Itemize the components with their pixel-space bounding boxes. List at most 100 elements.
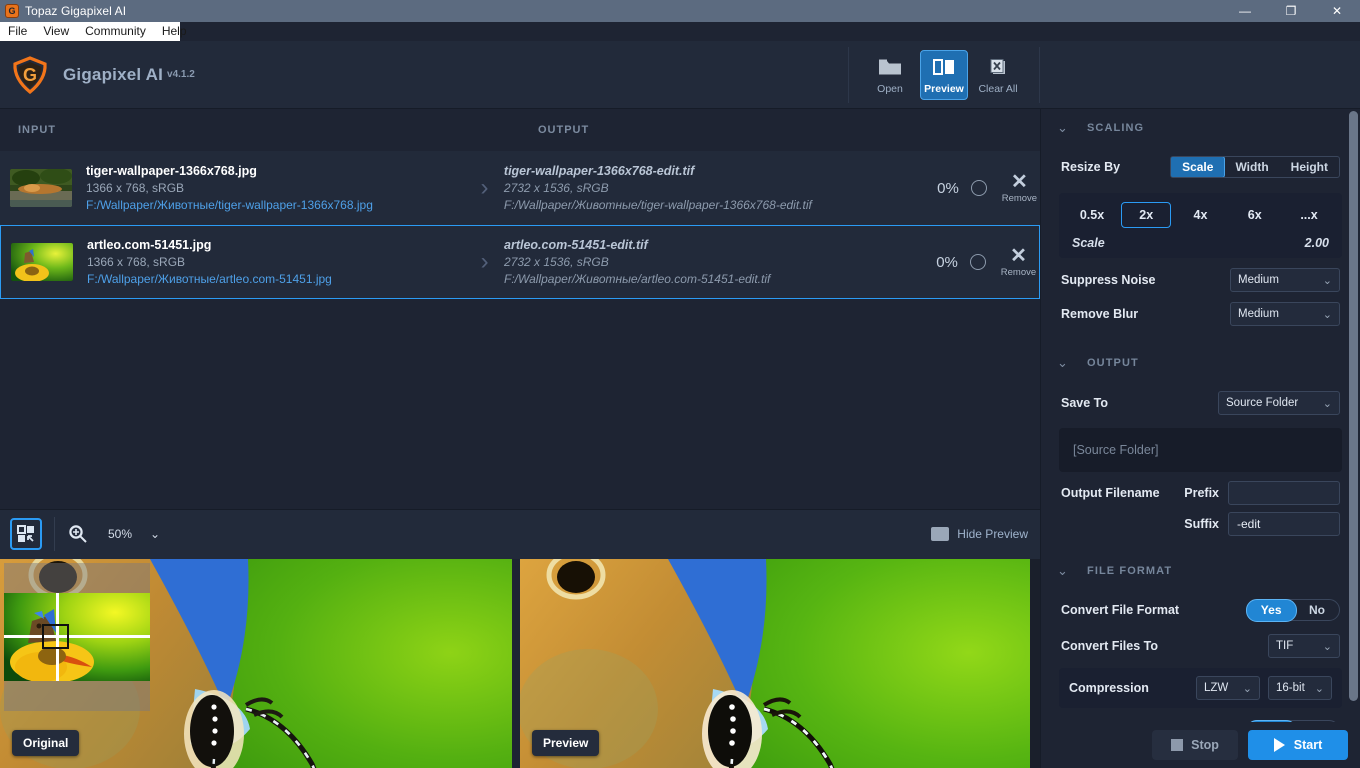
- scale-presets-box: 0.5x 2x 4x 6x ...x Scale 2.00: [1059, 193, 1342, 258]
- suppress-noise-label: Suppress Noise: [1061, 273, 1156, 287]
- keep-color-profile-yes[interactable]: Yes: [1245, 719, 1297, 722]
- suffix-row: Suffix -edit: [1041, 510, 1360, 538]
- scaling-section-header[interactable]: ⌄ SCALING: [1041, 109, 1360, 147]
- scale-preset-6x[interactable]: 6x: [1230, 202, 1280, 228]
- menubar: File View Community Help: [0, 22, 187, 41]
- original-label: Original: [12, 730, 80, 756]
- app-icon: G: [5, 4, 19, 18]
- menu-item-help[interactable]: Help: [154, 22, 195, 41]
- maximize-icon[interactable]: ❐: [1268, 0, 1314, 22]
- file-format-section-title: FILE FORMAT: [1087, 565, 1173, 577]
- input-column-header: INPUT: [0, 109, 520, 151]
- suffix-input[interactable]: -edit: [1228, 512, 1340, 536]
- resize-by-height[interactable]: Height: [1280, 157, 1339, 177]
- scale-preset-custom[interactable]: ...x: [1284, 202, 1334, 228]
- chevron-down-icon: ⌄: [1057, 563, 1068, 578]
- save-to-select[interactable]: Source Folder ⌄: [1218, 391, 1340, 415]
- preview-button[interactable]: Preview: [920, 50, 968, 100]
- convert-files-to-select[interactable]: TIF ⌄: [1268, 634, 1340, 658]
- sidebar-scrollbar[interactable]: [1349, 111, 1358, 701]
- progress-spinner-icon: [969, 254, 986, 270]
- prefix-input[interactable]: [1228, 481, 1340, 505]
- bit-depth-select[interactable]: 16-bit ⌄: [1268, 676, 1332, 700]
- convert-file-format-yes[interactable]: Yes: [1245, 598, 1297, 622]
- stop-button[interactable]: Stop: [1152, 730, 1238, 760]
- file-list-empty-area: [0, 299, 1040, 509]
- resize-by-row: Resize By Scale Width Height: [1041, 147, 1360, 187]
- toolbar-divider-right: [1039, 47, 1040, 103]
- keep-color-profile-no[interactable]: No: [1295, 721, 1339, 722]
- sidebar-scroll-area: ⌄ SCALING Resize By Scale Width Height 0…: [1041, 109, 1360, 722]
- chevron-down-icon: ⌄: [1057, 120, 1068, 135]
- navigator-thumbnail[interactable]: [4, 562, 150, 711]
- progress-percent: 0%: [937, 179, 959, 197]
- convert-file-format-row: Convert File Format Yes No: [1041, 590, 1360, 630]
- preview-pane[interactable]: Preview: [520, 558, 1030, 768]
- convert-file-format-label: Convert File Format: [1061, 603, 1180, 617]
- fit-to-window-icon[interactable]: [10, 518, 42, 550]
- preview-panes: Original Preview: [0, 558, 1040, 768]
- clear-all-label: Clear All: [978, 82, 1018, 95]
- scale-preset-4x[interactable]: 4x: [1176, 202, 1226, 228]
- close-icon: ✕: [1011, 170, 1028, 193]
- preview-toolbar: 50% ⌄ Hide Preview: [0, 508, 1040, 559]
- table-row[interactable]: artleo.com-51451.jpg 1366 x 768, sRGB F:…: [0, 225, 1040, 299]
- remove-button[interactable]: ✕ Remove: [998, 246, 1039, 278]
- brand: G Gigapixel AI v4.1.2: [0, 55, 195, 95]
- toolbar-divider: [54, 517, 55, 551]
- compression-select[interactable]: LZW ⌄: [1196, 676, 1260, 700]
- suppress-noise-select[interactable]: Medium ⌄: [1230, 268, 1340, 292]
- open-button[interactable]: Open: [866, 50, 914, 100]
- convert-files-to-value: TIF: [1276, 640, 1294, 652]
- suffix-label: Suffix: [1184, 517, 1219, 531]
- remove-button[interactable]: ✕ Remove: [999, 170, 1040, 204]
- zoom-level-select[interactable]: 50% ⌄: [101, 521, 167, 547]
- clear-all-button[interactable]: Clear All: [974, 50, 1022, 100]
- chevron-down-icon: ⌄: [1057, 355, 1068, 370]
- navigator-viewport-rect[interactable]: [42, 623, 69, 649]
- scale-value-label: Scale: [1072, 236, 1105, 250]
- hide-preview-button[interactable]: Hide Preview: [931, 527, 1028, 541]
- menu-item-view[interactable]: View: [35, 22, 77, 41]
- brand-title: Gigapixel AI: [63, 64, 164, 84]
- remove-blur-select[interactable]: Medium ⌄: [1230, 302, 1340, 326]
- input-filepath[interactable]: F:/Wallpaper/Животные/artleo.com-51451.j…: [87, 271, 471, 288]
- input-filepath[interactable]: F:/Wallpaper/Животные/tiger-wallpaper-13…: [86, 197, 471, 214]
- output-filename: artleo.com-51451-edit.tif: [504, 237, 648, 252]
- scrollbar-thumb[interactable]: [1349, 111, 1358, 701]
- main-body: INPUT OUTPUT tiger-wallpaper-1366x768.jp…: [0, 109, 1360, 768]
- file-list: tiger-wallpaper-1366x768.jpg 1366 x 768,…: [0, 151, 1040, 299]
- output-header-label: OUTPUT: [538, 124, 590, 136]
- scale-preset-2x[interactable]: 2x: [1121, 202, 1172, 228]
- convert-file-format-no[interactable]: No: [1295, 600, 1339, 620]
- menu-item-file[interactable]: File: [0, 22, 35, 41]
- brand-version: v4.1.2: [167, 69, 195, 80]
- magnifier-plus-icon[interactable]: [67, 524, 89, 544]
- output-dimensions: 2732 x 1536, sRGB: [504, 254, 609, 269]
- input-thumbnail: [11, 243, 73, 281]
- scaling-section-title: SCALING: [1087, 122, 1145, 134]
- menubar-strip: File View Community Help: [0, 22, 1360, 41]
- resize-by-width[interactable]: Width: [1224, 157, 1279, 177]
- convert-file-format-toggle: Yes No: [1245, 598, 1340, 622]
- settings-sidebar: ⌄ SCALING Resize By Scale Width Height 0…: [1040, 109, 1360, 768]
- remove-label: Remove: [1001, 192, 1038, 204]
- resize-by-scale[interactable]: Scale: [1171, 157, 1226, 177]
- close-icon[interactable]: ✕: [1314, 0, 1360, 22]
- table-row[interactable]: tiger-wallpaper-1366x768.jpg 1366 x 768,…: [0, 151, 1040, 225]
- folder-path-input[interactable]: [Source Folder]: [1059, 428, 1342, 472]
- minimize-icon[interactable]: —: [1222, 0, 1268, 22]
- suppress-noise-value: Medium: [1238, 274, 1279, 286]
- keep-color-profile-row: Keep Color Profile Yes No: [1041, 712, 1360, 722]
- file-format-section-header[interactable]: ⌄ FILE FORMAT: [1041, 552, 1360, 590]
- start-button[interactable]: Start: [1248, 730, 1348, 760]
- navigator-crosshair-horizontal: [4, 634, 150, 638]
- output-metadata: tiger-wallpaper-1366x768-edit.tif 2732 x…: [498, 163, 920, 214]
- output-section-header[interactable]: ⌄ OUTPUT: [1041, 344, 1360, 382]
- input-header-label: INPUT: [18, 124, 56, 136]
- output-filepath: F:/Wallpaper/Животные/artleo.com-51451-e…: [504, 271, 771, 286]
- scale-preset-0.5x[interactable]: 0.5x: [1067, 202, 1117, 228]
- zoom-level-value: 50%: [108, 527, 133, 541]
- input-dimensions: 1366 x 768, sRGB: [87, 254, 186, 269]
- menu-item-community[interactable]: Community: [77, 22, 154, 41]
